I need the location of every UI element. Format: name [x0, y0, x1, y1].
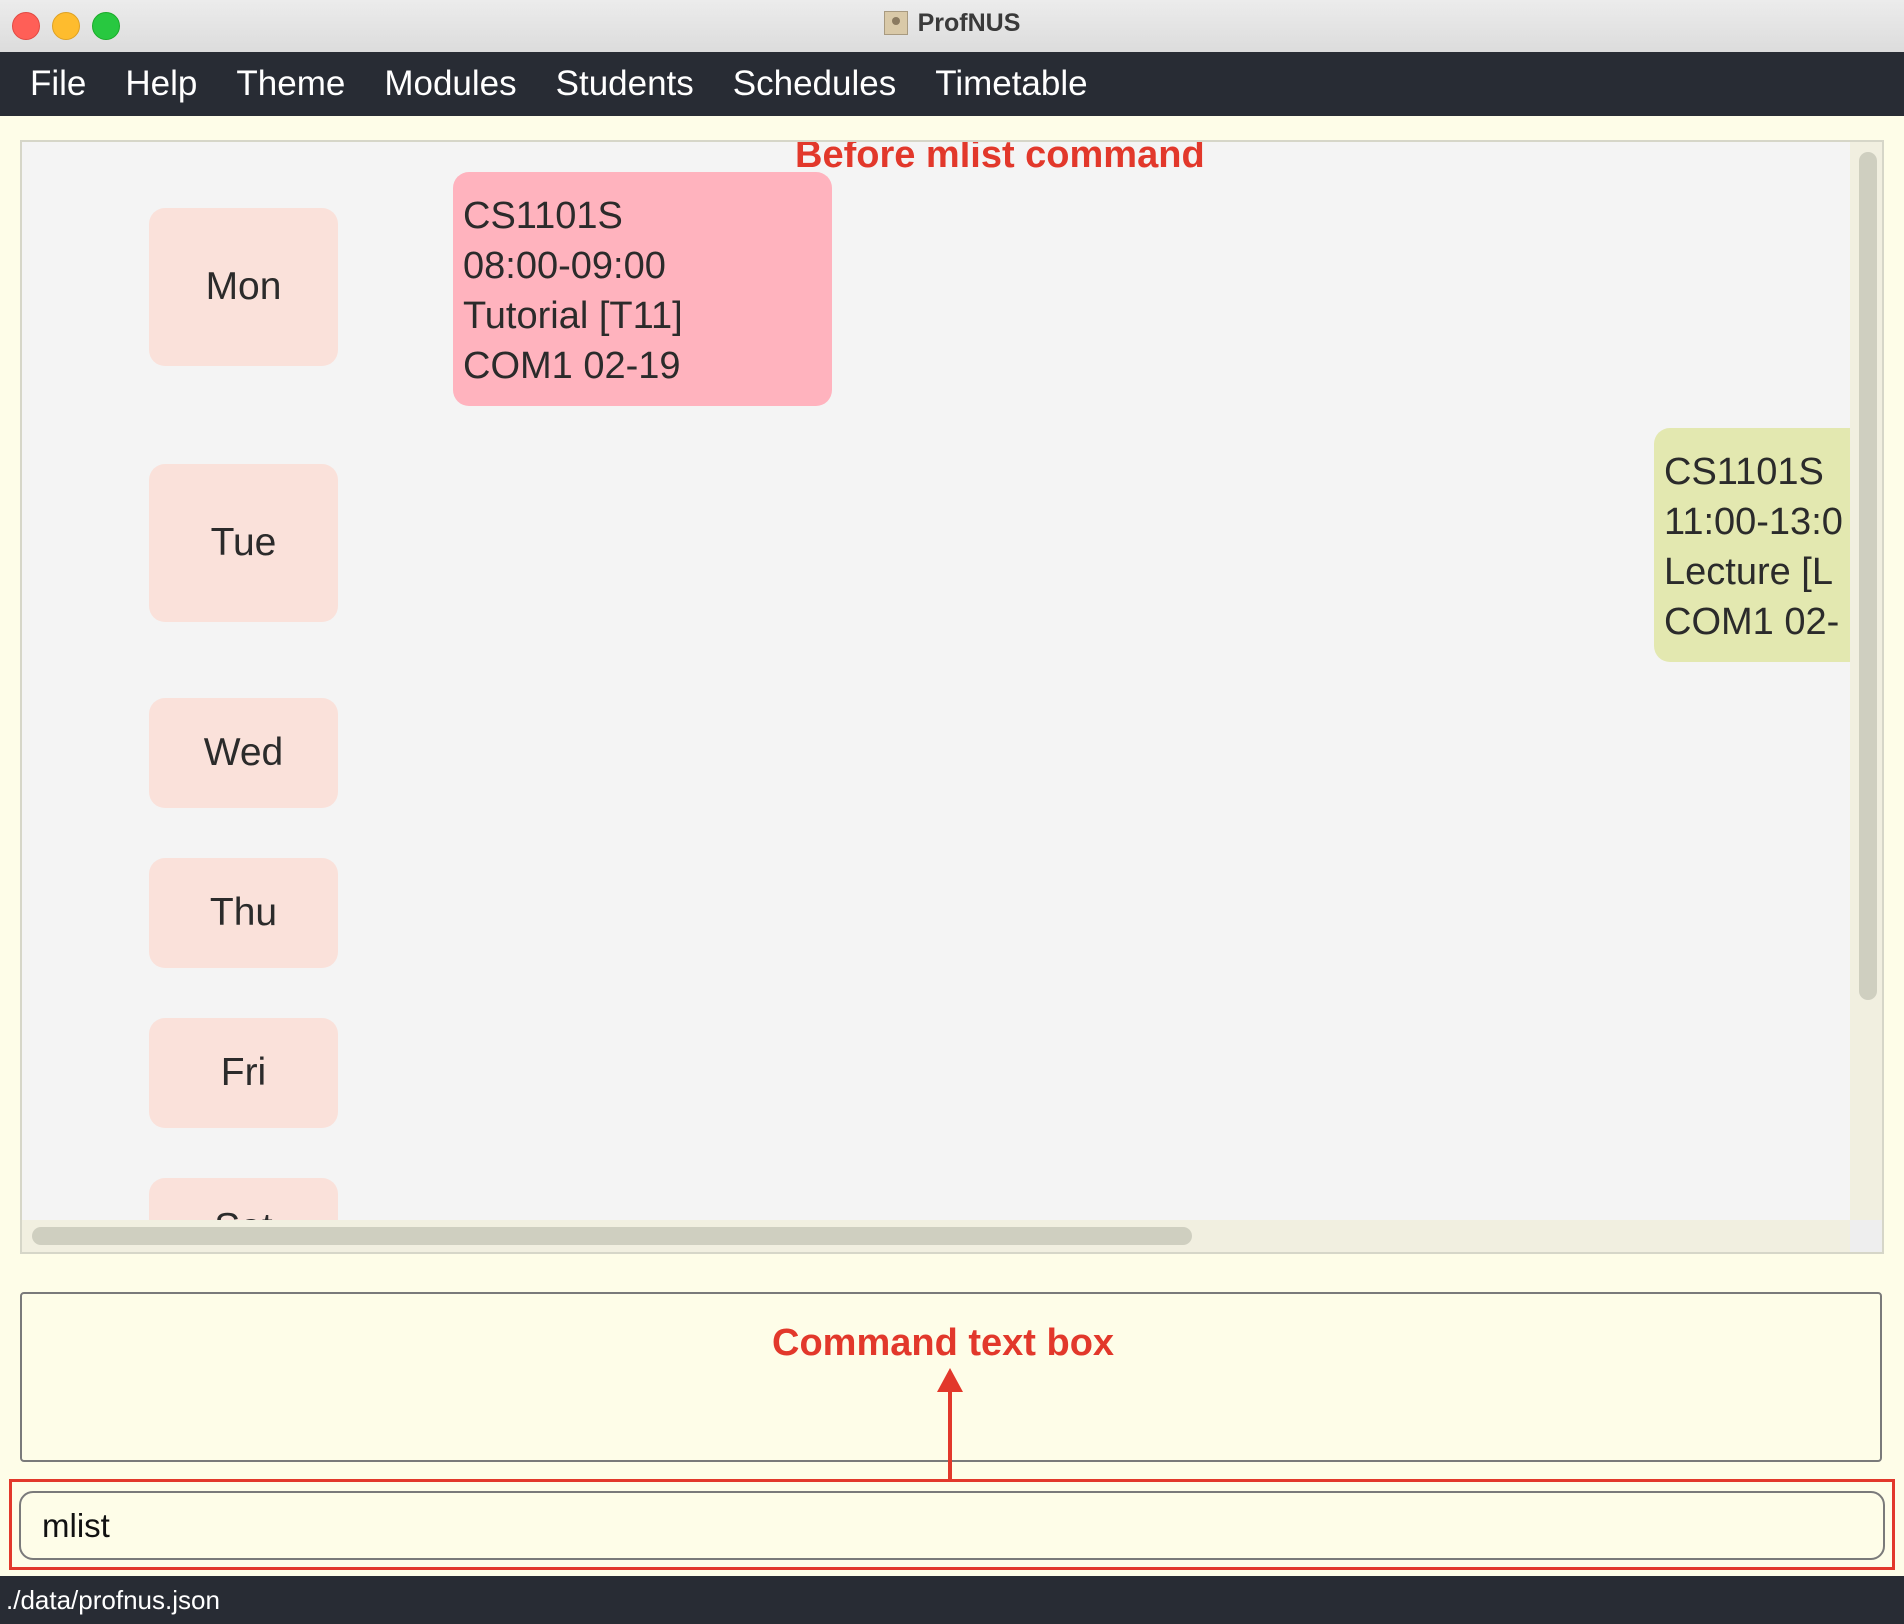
vertical-scrollbar[interactable]	[1850, 142, 1882, 1252]
scrollbar-corner	[1850, 1220, 1882, 1252]
app-icon	[883, 11, 908, 35]
day-label-tue: Tue	[149, 464, 338, 622]
slot-venue: COM1 02-	[1664, 601, 1840, 643]
menu-schedules[interactable]: Schedules	[733, 64, 896, 104]
slot-type: Lecture [L	[1664, 551, 1833, 593]
slot-type: Tutorial [T11]	[463, 295, 683, 337]
slot-module-code: CS1101S	[463, 195, 623, 237]
command-box-annotation: Command text box	[772, 1322, 1115, 1364]
menu-help[interactable]: Help	[125, 64, 197, 104]
menu-timetable[interactable]: Timetable	[935, 64, 1087, 104]
timetable-slot[interactable]: CS1101S 11:00-13:0 Lecture [L COM1 02-	[1654, 428, 1854, 662]
status-bar: ./data/profnus.json	[0, 1576, 1904, 1624]
horizontal-scrollbar[interactable]	[22, 1220, 1854, 1252]
slot-time: 11:00-13:0	[1664, 501, 1843, 543]
window-title-group: ProfNUS	[0, 0, 1904, 46]
slot-module-code: CS1101S	[1664, 451, 1824, 493]
title-bar: ProfNUS	[0, 0, 1904, 53]
menu-modules[interactable]: Modules	[384, 64, 516, 104]
annotation-arrow-line	[948, 1388, 952, 1480]
menu-bar: File Help Theme Modules Students Schedul…	[0, 52, 1904, 116]
menu-students[interactable]: Students	[556, 64, 694, 104]
day-label-thu: Thu	[149, 858, 338, 968]
timetable-annotation: Before mlist command	[795, 140, 1205, 176]
timetable-panel: Before mlist command Mon Tue Wed Thu Fri…	[20, 140, 1884, 1254]
command-input[interactable]	[19, 1491, 1885, 1560]
slot-time: 08:00-09:00	[463, 245, 666, 287]
horizontal-scrollbar-thumb[interactable]	[32, 1227, 1192, 1245]
vertical-scrollbar-thumb[interactable]	[1859, 152, 1877, 1000]
app-window: ProfNUS File Help Theme Modules Students…	[0, 0, 1904, 1624]
day-label-wed: Wed	[149, 698, 338, 808]
menu-file[interactable]: File	[30, 64, 86, 104]
menu-theme[interactable]: Theme	[236, 64, 345, 104]
data-file-path: ./data/profnus.json	[6, 1584, 220, 1615]
day-label-mon: Mon	[149, 208, 338, 366]
day-label-fri: Fri	[149, 1018, 338, 1128]
slot-venue: COM1 02-19	[463, 345, 681, 387]
window-title: ProfNUS	[917, 8, 1021, 37]
timetable-slot[interactable]: CS1101S 08:00-09:00 Tutorial [T11] COM1 …	[453, 172, 832, 406]
